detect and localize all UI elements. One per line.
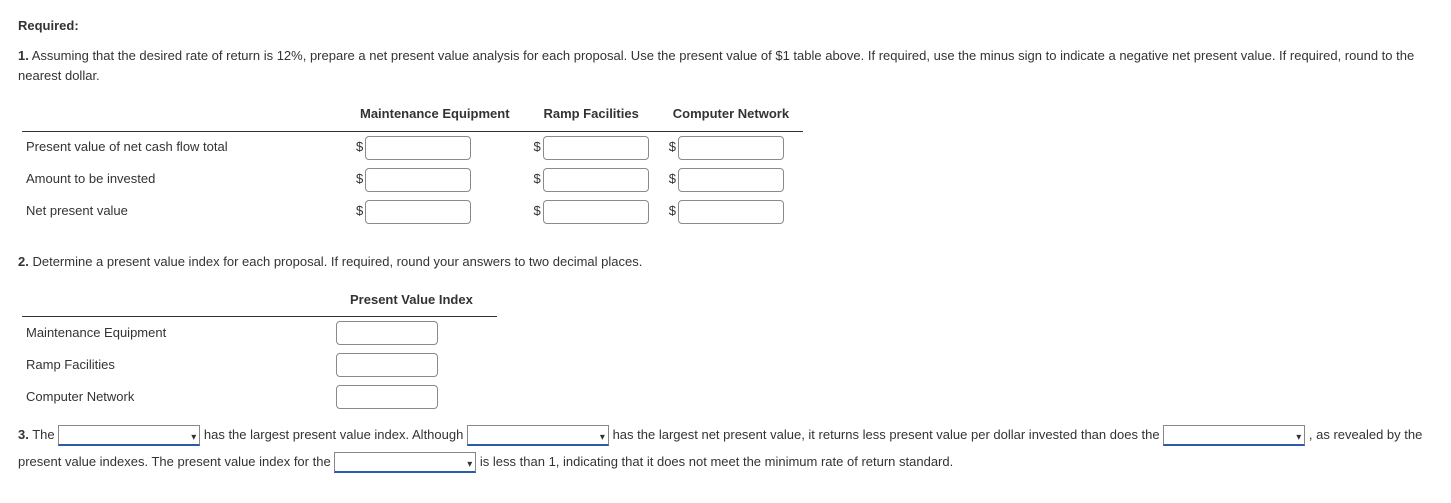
npv-maintenance-input[interactable] xyxy=(365,200,471,224)
npv-ramp-input[interactable] xyxy=(543,200,649,224)
q3-text-part: The xyxy=(32,427,58,442)
pvi-maintenance-input[interactable] xyxy=(336,321,438,345)
table-row: Net present value $ $ $ xyxy=(22,196,803,228)
question-1-text: 1. Assuming that the desired rate of ret… xyxy=(18,46,1433,86)
question-3-sentence: 3. The has the largest present value ind… xyxy=(18,421,1433,476)
q3-text-part: has the largest present value index. Alt… xyxy=(204,427,467,442)
pv-index-table: Present Value Index Maintenance Equipmen… xyxy=(22,286,497,413)
row-label: Present value of net cash flow total xyxy=(22,131,346,164)
table-row: Maintenance Equipment xyxy=(22,316,497,349)
pvi-ramp-input[interactable] xyxy=(336,353,438,377)
amount-invested-maintenance-input[interactable] xyxy=(365,168,471,192)
q3-dropdown-3[interactable] xyxy=(1163,425,1305,446)
currency-symbol: $ xyxy=(669,201,676,221)
currency-symbol: $ xyxy=(356,201,363,221)
col-header: Present Value Index xyxy=(326,286,497,317)
table-row: Present value of net cash flow total $ $… xyxy=(22,131,803,164)
pv-cashflow-maintenance-input[interactable] xyxy=(365,136,471,160)
row-label: Ramp Facilities xyxy=(22,349,326,381)
q3-dropdown-2[interactable] xyxy=(467,425,609,446)
q1-number: 1. xyxy=(18,48,29,63)
q2-number: 2. xyxy=(18,254,29,269)
currency-symbol: $ xyxy=(534,137,541,157)
q2-body: Determine a present value index for each… xyxy=(32,254,642,269)
col-header: Computer Network xyxy=(659,100,803,131)
q1-body: Assuming that the desired rate of return… xyxy=(18,48,1414,83)
currency-symbol: $ xyxy=(669,169,676,189)
currency-symbol: $ xyxy=(534,201,541,221)
q3-dropdown-4[interactable] xyxy=(334,452,476,473)
row-label: Maintenance Equipment xyxy=(22,316,326,349)
currency-symbol: $ xyxy=(356,137,363,157)
currency-symbol: $ xyxy=(669,137,676,157)
question-2-text: 2. Determine a present value index for e… xyxy=(18,252,1433,272)
row-label: Amount to be invested xyxy=(22,164,346,196)
table-row: Ramp Facilities xyxy=(22,349,497,381)
table-row: Amount to be invested $ $ $ xyxy=(22,164,803,196)
q3-number: 3. xyxy=(18,427,29,442)
npv-table: Maintenance Equipment Ramp Facilities Co… xyxy=(22,100,803,227)
currency-symbol: $ xyxy=(356,169,363,189)
q3-text-part: is less than 1, indicating that it does … xyxy=(480,454,953,469)
npv-network-input[interactable] xyxy=(678,200,784,224)
row-label: Computer Network xyxy=(22,381,326,413)
col-header: Ramp Facilities xyxy=(524,100,659,131)
q3-dropdown-1[interactable] xyxy=(58,425,200,446)
pv-cashflow-ramp-input[interactable] xyxy=(543,136,649,160)
amount-invested-ramp-input[interactable] xyxy=(543,168,649,192)
required-heading: Required: xyxy=(18,16,1433,36)
amount-invested-network-input[interactable] xyxy=(678,168,784,192)
table-row: Computer Network xyxy=(22,381,497,413)
pv-cashflow-network-input[interactable] xyxy=(678,136,784,160)
q3-text-part: has the largest net present value, it re… xyxy=(613,427,1164,442)
pvi-network-input[interactable] xyxy=(336,385,438,409)
currency-symbol: $ xyxy=(534,169,541,189)
col-header: Maintenance Equipment xyxy=(346,100,524,131)
row-label: Net present value xyxy=(22,196,346,228)
